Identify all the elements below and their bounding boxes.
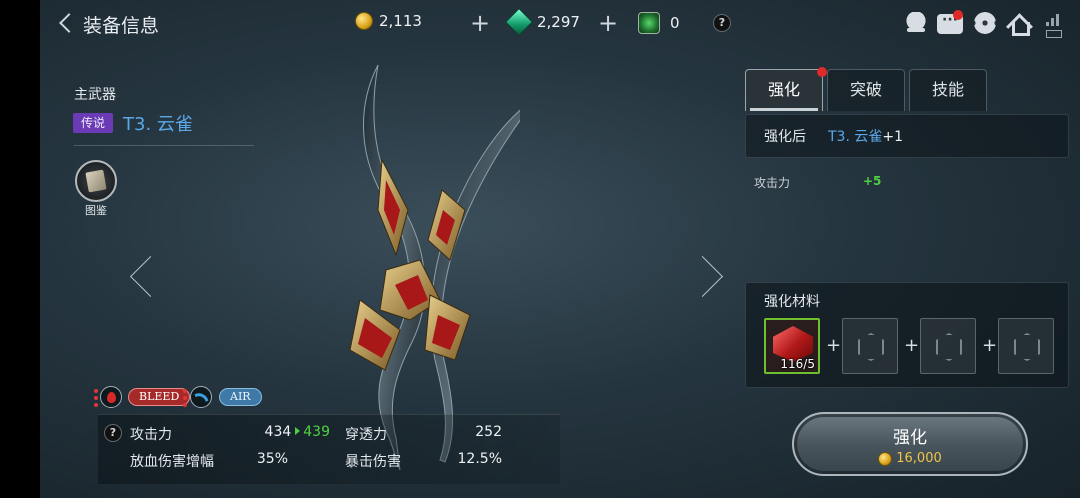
green-gem-currency: 0	[638, 12, 680, 34]
bell-icon[interactable]	[905, 12, 927, 34]
stat-value-attack: 434 439	[250, 424, 330, 440]
tab-breakthrough[interactable]: 突破	[827, 69, 905, 111]
blood-drop-icon	[107, 392, 116, 403]
bleed-tag[interactable]: BLEED	[128, 388, 191, 406]
codex-book-icon[interactable]	[75, 160, 117, 202]
rarity-badge: 传说	[73, 113, 113, 133]
tag-indicator-dot	[94, 403, 98, 407]
enhance-cost-value: 16,000	[896, 451, 942, 466]
add-gem-button[interactable]: +	[598, 9, 618, 37]
enhance-attr-label: 攻击力	[754, 176, 791, 190]
attack-current: 434	[264, 424, 292, 440]
divider	[74, 145, 254, 146]
tag-indicator-dot	[94, 396, 98, 400]
left-black-bar	[0, 0, 40, 498]
green-gem-icon	[638, 12, 660, 34]
home-icon[interactable]	[1007, 12, 1030, 36]
gem-icon	[504, 7, 534, 37]
green-gem-amount: 0	[670, 14, 680, 32]
tab-bar: 强化 突破 技能	[745, 67, 987, 111]
gold-coin-icon	[878, 451, 893, 466]
stat-label-bleed-damage: 放血伤害增幅	[130, 454, 214, 470]
wind-icon	[194, 390, 209, 405]
gold-amount: 2,113	[379, 12, 422, 30]
material-plus: +	[826, 335, 842, 356]
chat-notification-dot	[953, 10, 963, 20]
gold-currency: 2,113	[355, 12, 422, 30]
increase-arrow-icon	[295, 427, 301, 435]
stat-value-crit-damage: 12.5%	[457, 451, 502, 467]
add-gold-button[interactable]: +	[470, 9, 490, 37]
battery-icon	[1046, 30, 1062, 38]
material-plus: +	[982, 335, 998, 356]
page-title: 装备信息	[83, 15, 160, 37]
material-slot-4[interactable]	[998, 318, 1054, 374]
enhance-cost: 16,000	[794, 451, 1026, 466]
tag-indicator-dot	[183, 396, 187, 400]
codex-label: 图鉴	[85, 204, 107, 217]
materials-title: 强化材料	[764, 294, 820, 310]
stat-label-attack: 攻击力	[130, 427, 172, 443]
gem-currency: 2,297	[504, 7, 580, 37]
enhance-attr-value: +5	[863, 174, 882, 188]
tag-indicator-dot	[94, 389, 98, 393]
stat-label-penetration: 穿透力	[345, 427, 387, 443]
equipment-screen: 装备信息 2,113 + 2,297 + 0 ? 主武器 传说 T3. 云雀 图…	[40, 0, 1080, 498]
material-count: 116/5	[780, 357, 815, 371]
enhance-level: +1	[882, 129, 903, 145]
empty-slot-hex-icon	[1014, 333, 1040, 361]
gear-icon[interactable]	[974, 12, 996, 34]
signal-icon	[1046, 12, 1060, 26]
enhance-after-label: 强化后	[764, 129, 806, 145]
material-slot-1[interactable]: 116/5	[764, 318, 820, 374]
attack-new: 439	[303, 424, 330, 440]
air-element-icon[interactable]	[190, 386, 212, 408]
enhance-after-name: T3. 云雀+1	[828, 126, 903, 146]
tag-indicator-dot	[183, 403, 187, 407]
enhance-button-label: 强化	[893, 428, 927, 448]
next-item-arrow[interactable]	[694, 250, 724, 300]
slot-label: 主武器	[74, 87, 116, 103]
stat-label-crit-damage: 暴击伤害	[345, 454, 401, 470]
enhance-item-name: T3. 云雀	[828, 129, 883, 145]
gold-coin-icon	[355, 12, 373, 30]
gem-amount: 2,297	[537, 13, 580, 31]
tab-enhance[interactable]: 强化	[745, 69, 823, 111]
tag-indicator-dot	[183, 389, 187, 393]
material-slot-3[interactable]	[920, 318, 976, 374]
top-bar: 装备信息 2,113 + 2,297 + 0 ?	[40, 0, 1080, 46]
tab-notification-dot	[817, 67, 827, 77]
stats-help-icon[interactable]: ?	[104, 424, 122, 442]
enhance-button[interactable]: 强化 16,000	[792, 412, 1028, 476]
bleed-element-icon[interactable]	[100, 386, 122, 408]
material-plus: +	[904, 335, 920, 356]
back-button[interactable]	[56, 10, 76, 36]
air-tag[interactable]: AIR	[219, 388, 262, 406]
item-name: T3. 云雀	[123, 114, 193, 135]
stat-value-bleed-damage: 35%	[256, 451, 288, 467]
stat-value-penetration: 252	[475, 424, 502, 440]
tab-skills[interactable]: 技能	[909, 69, 987, 111]
empty-slot-hex-icon	[858, 333, 884, 361]
previous-item-arrow[interactable]	[126, 250, 156, 300]
empty-slot-hex-icon	[936, 333, 962, 361]
material-slot-2[interactable]	[842, 318, 898, 374]
currency-help-icon[interactable]: ?	[713, 14, 731, 32]
